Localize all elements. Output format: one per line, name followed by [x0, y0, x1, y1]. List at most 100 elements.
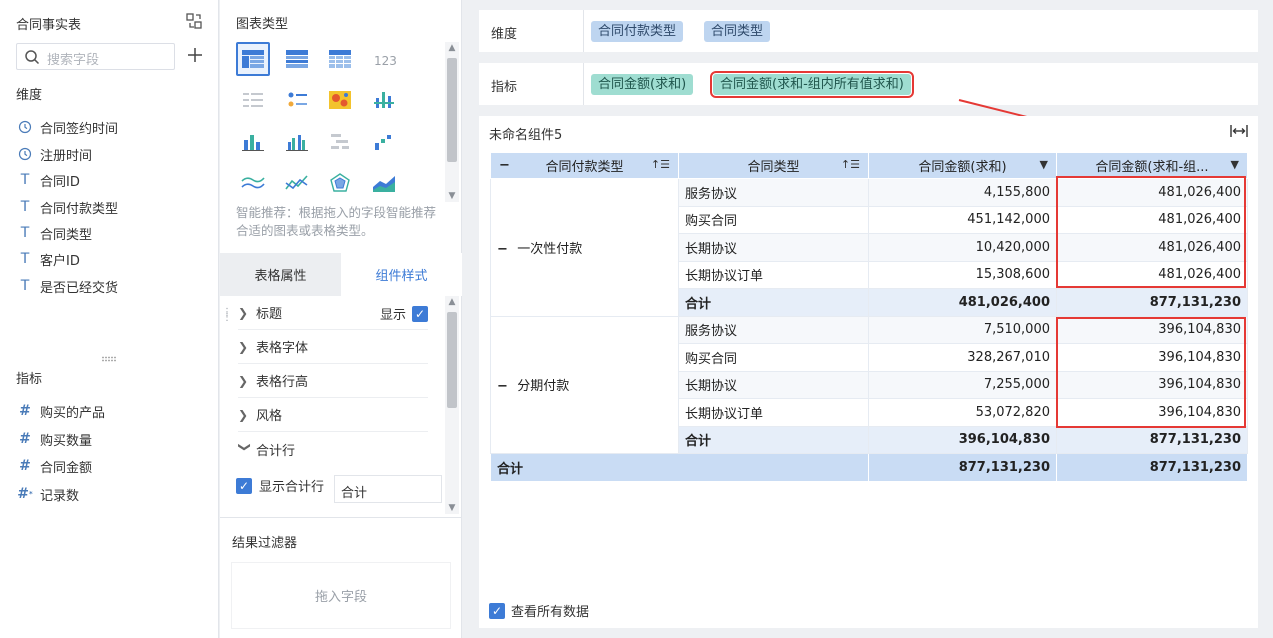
type-cell: 长期协议 [678, 233, 869, 262]
hash-icon: # [19, 458, 31, 474]
type-cell: 长期协议订单 [678, 398, 869, 427]
style-item-label: 表格行高 [256, 375, 309, 390]
chart-type-detail-table[interactable] [236, 42, 270, 76]
polyline-chart-icon [285, 175, 308, 190]
measure-field[interactable]: # * 记录数 [16, 483, 79, 505]
show-total-row-option[interactable]: ✓ 显示合计行 [236, 476, 324, 495]
sum-cell: 328,267,010 [868, 343, 1057, 372]
chart-type-indicator-card[interactable] [280, 83, 314, 117]
dimension-field[interactable]: 注册时间 [16, 143, 92, 165]
search-placeholder: 搜索字段 [47, 53, 100, 68]
indicator-card-icon [288, 92, 307, 107]
collapse-all-icon[interactable]: − [499, 158, 510, 173]
column-header[interactable]: − 合同付款类型 ↑☰ [490, 152, 679, 179]
style-scrollbar[interactable]: ▲ ▼ [445, 296, 459, 514]
chart-type-grouped-bar[interactable] [280, 125, 314, 159]
style-item-title[interactable]: ❯ 标题 显示 ✓ [238, 296, 428, 330]
field-label: 合同签约时间 [40, 121, 119, 137]
dimension-field[interactable]: T 合同类型 [16, 222, 92, 244]
chart-type-range-bar[interactable] [367, 83, 401, 117]
chart-type-polyline[interactable] [280, 166, 314, 200]
style-item-row-height[interactable]: ❯ 表格行高 [238, 364, 428, 398]
scroll-thumb[interactable] [447, 58, 457, 162]
collapse-icon[interactable]: − [497, 242, 509, 257]
column-header[interactable]: 合同金额(求和-组... ▼ [1056, 152, 1248, 179]
dimension-field[interactable]: T 合同付款类型 [16, 196, 118, 218]
group-name: 分期付款 [517, 379, 570, 395]
subtotal-label: 合计 [678, 288, 869, 317]
scroll-thumb[interactable] [447, 312, 457, 408]
collapse-icon[interactable]: − [497, 379, 509, 394]
chart-type-heatmap[interactable] [323, 83, 357, 117]
scroll-down-icon[interactable]: ▼ [445, 190, 459, 202]
style-item-total-row[interactable]: ❯ 合计行 [238, 432, 428, 466]
field-label: 合同金额 [40, 460, 93, 476]
dimension-field[interactable]: 合同签约时间 [16, 116, 118, 138]
switch-dataset-icon[interactable] [185, 12, 203, 30]
dimension-pill[interactable]: 合同类型 [704, 21, 771, 42]
scroll-down-icon[interactable]: ▼ [445, 502, 459, 514]
svg-text:123: 123 [374, 54, 396, 68]
drag-handle-icon[interactable]: ⋮ ⋮ [222, 308, 232, 324]
chart-type-waterfall[interactable] [367, 125, 401, 159]
field-search[interactable]: 搜索字段 [16, 43, 175, 70]
chart-type-text-list[interactable] [236, 83, 270, 117]
dropdown-triangle-icon[interactable]: ▼ [1040, 158, 1048, 171]
add-field-icon[interactable] [186, 46, 204, 64]
column-header[interactable]: 合同金额(求和) ▼ [868, 152, 1057, 179]
table-header-row: − 合同付款类型 ↑☰ 合同类型 ↑☰ 合同金额(求和) ▼ 合同金额(求和-组… [490, 152, 1248, 179]
measure-pill[interactable]: 合同金额(求和) [591, 74, 694, 95]
dimension-field[interactable]: T 客户ID [16, 248, 80, 270]
group-cell[interactable]: − 分期付款 [490, 315, 679, 454]
clock-icon [16, 145, 34, 163]
chart-type-cross-table[interactable] [323, 42, 357, 76]
dimension-pill[interactable]: 合同付款类型 [591, 21, 684, 42]
measure-field[interactable]: # 合同金额 [16, 455, 92, 477]
chart-type-gantt[interactable] [323, 125, 357, 159]
chart-type-area[interactable] [367, 166, 401, 200]
sort-icon[interactable]: ↑☰ [651, 158, 670, 171]
field-label: 记录数 [40, 488, 80, 504]
tab-table-properties[interactable]: 表格属性 [220, 253, 341, 296]
sum-cell: 53,072,820 [868, 398, 1057, 427]
chevron-right-icon: ❯ [238, 407, 249, 422]
chart-type-kpi[interactable]: 123 [367, 42, 401, 76]
dimension-field[interactable]: T 合同ID [16, 169, 80, 191]
kpi-number-icon: 123 [374, 54, 396, 68]
filter-drop-zone[interactable]: 拖入字段 [231, 562, 451, 629]
group-sum-cell: 396,104,830 [1056, 370, 1248, 399]
scroll-up-icon[interactable]: ▲ [445, 296, 459, 308]
measure-pill-highlighted[interactable]: 合同金额(求和-组内所有值求和) [710, 71, 914, 98]
scroll-up-icon[interactable]: ▲ [445, 42, 459, 54]
measure-section-label: 指标 [16, 372, 43, 387]
subtotal-label: 合计 [678, 425, 869, 454]
view-all-checkbox[interactable]: ✓ [489, 602, 505, 619]
tab-component-style[interactable]: 组件样式 [341, 253, 462, 296]
dropdown-triangle-icon[interactable]: ▼ [1231, 158, 1239, 171]
dimension-field[interactable]: T 是否已经交货 [16, 275, 118, 297]
chart-type-scrollbar[interactable]: ▲ ▼ [445, 42, 459, 202]
group-cell[interactable]: − 一次性付款 [490, 178, 679, 317]
sort-icon[interactable]: ↑☰ [841, 158, 860, 171]
measure-field[interactable]: # 购买的产品 [16, 400, 105, 422]
measure-field[interactable]: # 购买数量 [16, 428, 92, 450]
chart-type-bar[interactable] [236, 125, 270, 159]
text-icon: T [20, 172, 30, 188]
header-label: 合同付款类型 [545, 160, 624, 175]
chart-type-radar[interactable] [323, 166, 357, 200]
chart-type-group-table[interactable] [280, 42, 314, 76]
style-item-theme[interactable]: ❯ 风格 [238, 398, 428, 432]
show-total-checkbox[interactable]: ✓ [236, 477, 252, 494]
column-header[interactable]: 合同类型 ↑☰ [678, 152, 869, 179]
show-title-toggle[interactable]: 显示 ✓ [380, 304, 428, 323]
chart-type-line[interactable] [236, 166, 270, 200]
subtotal-sum-cell: 481,026,400 [868, 288, 1057, 317]
panel-splitter-handle[interactable] [101, 356, 117, 362]
search-icon [25, 50, 40, 65]
fit-width-icon[interactable] [1230, 124, 1248, 138]
chevron-right-icon: ❯ [238, 373, 249, 388]
show-title-checkbox[interactable]: ✓ [412, 305, 428, 322]
view-all-data-option[interactable]: ✓ 查看所有数据 [489, 601, 589, 620]
style-item-font[interactable]: ❯ 表格字体 [238, 330, 428, 364]
total-name-input[interactable]: 合计 [334, 475, 442, 503]
